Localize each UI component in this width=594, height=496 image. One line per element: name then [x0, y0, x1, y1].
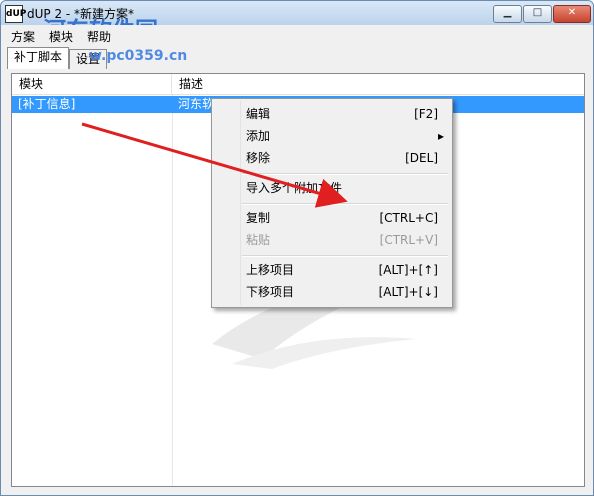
menu-item-move-up[interactable]: 上移项目 [ALT]+[↑] — [214, 259, 450, 281]
submenu-arrow-icon: ▸ — [437, 129, 444, 143]
menu-bar: 方案 模块 帮助 — [1, 25, 593, 45]
menu-item-shortcut: [CTRL+V] — [379, 233, 438, 247]
column-header-module[interactable]: 模块 — [12, 74, 172, 94]
menu-item-label: 下移项目 — [246, 285, 295, 299]
column-header-description[interactable]: 描述 — [172, 74, 583, 94]
menu-item-shortcut: [ALT]+[↓] — [378, 285, 438, 299]
app-icon[interactable]: dUP — [5, 5, 26, 23]
menu-item-move-down[interactable]: 下移项目 [ALT]+[↓] — [214, 281, 450, 303]
menu-item-label: 复制 — [246, 211, 271, 225]
menu-item-shortcut: [DEL] — [405, 151, 438, 165]
menu-item-label: 移除 — [246, 151, 271, 165]
watermark-url: w.pc0359.cn — [89, 48, 188, 64]
menu-item-import-files[interactable]: 导入多个附加文件 — [214, 177, 450, 199]
list-header: 模块 描述 — [12, 74, 584, 95]
menu-item-shortcut: [ALT]+[↑] — [378, 263, 438, 277]
menu-item-label: 导入多个附加文件 — [246, 181, 343, 195]
menu-item-copy[interactable]: 复制 [CTRL+C] — [214, 207, 450, 229]
menu-separator — [242, 173, 448, 175]
menu-item-paste: 粘贴 [CTRL+V] — [214, 229, 450, 251]
tab-patch-script[interactable]: 补丁脚本 — [7, 47, 70, 70]
menu-item-module[interactable]: 模块 — [49, 28, 73, 45]
menu-item-edit[interactable]: 编辑 [F2] — [214, 103, 450, 125]
menu-separator — [242, 255, 448, 257]
menu-item-label: 添加 — [246, 129, 271, 143]
menu-item-shortcut: [F2] — [414, 107, 438, 121]
title-bar[interactable]: dUP dUP 2 - *新建方案* 河东软件园 ▁ □ ✕ — [1, 1, 593, 44]
minimize-button[interactable]: ▁ — [493, 5, 522, 23]
close-button[interactable]: ✕ — [553, 5, 591, 23]
menu-item-scheme[interactable]: 方案 — [11, 28, 35, 45]
menu-item-help[interactable]: 帮助 — [87, 28, 111, 45]
menu-item-label: 编辑 — [246, 107, 271, 121]
context-menu: 编辑 [F2] 添加 ▸ 移除 [DEL] 导入多个附加文件 复制 [CTRL+… — [211, 98, 453, 308]
maximize-button[interactable]: □ — [523, 5, 552, 23]
menu-separator — [242, 203, 448, 205]
close-icon: ✕ — [567, 7, 577, 18]
menu-item-remove[interactable]: 移除 [DEL] — [214, 147, 450, 169]
minimize-icon: ▁ — [503, 7, 512, 18]
maximize-icon: □ — [532, 7, 543, 18]
menu-item-label: 粘贴 — [246, 233, 271, 247]
menu-item-label: 上移项目 — [246, 263, 295, 277]
menu-item-add[interactable]: 添加 ▸ — [214, 125, 450, 147]
menu-item-shortcut: [CTRL+C] — [379, 211, 438, 225]
column-divider — [172, 94, 173, 486]
row-module-cell: [补丁信息] — [18, 97, 76, 111]
